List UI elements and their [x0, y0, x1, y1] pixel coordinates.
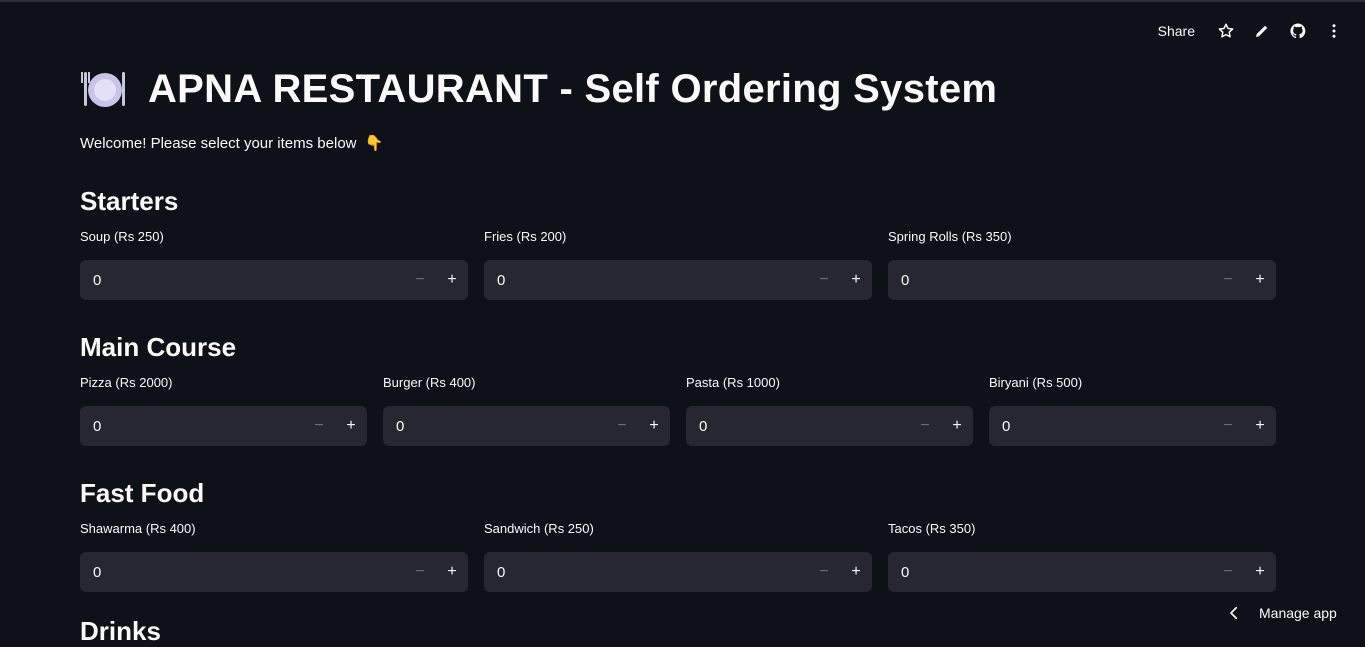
quantity-stepper: 0 − +	[888, 260, 1276, 300]
decrement-button[interactable]: −	[909, 406, 941, 446]
quantity-input[interactable]: 0	[80, 564, 404, 581]
quantity-stepper: 0 − +	[989, 406, 1276, 446]
decrement-button[interactable]: −	[1212, 406, 1244, 446]
section-main-course: Main Course Pizza (Rs 2000) 0 − + Burger…	[80, 330, 1276, 446]
item-label: Soup (Rs 250)	[80, 229, 164, 244]
chevron-left-icon	[1223, 602, 1245, 624]
quantity-stepper: 0 − +	[80, 260, 468, 300]
quantity-input[interactable]: 0	[383, 418, 606, 435]
quantity-stepper: 0 − +	[80, 406, 367, 446]
item-label: Burger (Rs 400)	[383, 375, 476, 390]
item-label: Pizza (Rs 2000)	[80, 375, 173, 390]
decrement-button[interactable]: −	[1212, 260, 1244, 300]
quantity-input[interactable]: 0	[888, 564, 1212, 581]
decrement-button[interactable]: −	[808, 552, 840, 592]
increment-button[interactable]: +	[1244, 260, 1276, 300]
main-content: APNA RESTAURANT - Self Ordering System W…	[80, 64, 1276, 592]
pointing-down-icon: 👇	[364, 135, 384, 152]
more-vertical-icon[interactable]	[1323, 20, 1345, 42]
top-toolbar: Share	[1158, 20, 1345, 42]
section-title: Starters	[80, 186, 179, 216]
plate-icon	[80, 66, 126, 112]
decrement-button[interactable]: −	[404, 260, 436, 300]
item-label: Spring Rolls (Rs 350)	[888, 229, 1012, 244]
item-burger: Burger (Rs 400) 0 − +	[383, 374, 670, 446]
item-spring-rolls: Spring Rolls (Rs 350) 0 − +	[888, 228, 1276, 300]
section-title: Fast Food	[80, 478, 205, 508]
section-title-drinks: Drinks	[80, 616, 161, 646]
item-label: Fries (Rs 200)	[484, 229, 567, 244]
increment-button[interactable]: +	[1244, 552, 1276, 592]
share-button[interactable]: Share	[1158, 23, 1195, 39]
quantity-stepper: 0 − +	[686, 406, 973, 446]
item-tacos: Tacos (Rs 350) 0 − +	[888, 520, 1276, 592]
decrement-button[interactable]: −	[808, 260, 840, 300]
welcome-message: Welcome! Please select your items below	[80, 135, 357, 152]
increment-button[interactable]: +	[638, 406, 670, 446]
main-course-row: Pizza (Rs 2000) 0 − + Burger (Rs 400) 0 …	[80, 374, 1276, 446]
section-title: Main Course	[80, 332, 237, 362]
increment-button[interactable]: +	[840, 552, 872, 592]
increment-button[interactable]: +	[840, 260, 872, 300]
increment-button[interactable]: +	[335, 406, 367, 446]
quantity-stepper: 0 − +	[484, 552, 872, 592]
quantity-input[interactable]: 0	[484, 564, 808, 581]
decrement-button[interactable]: −	[404, 552, 436, 592]
quantity-stepper: 0 − +	[80, 552, 468, 592]
quantity-stepper: 0 − +	[383, 406, 670, 446]
quantity-input[interactable]: 0	[80, 418, 303, 435]
increment-button[interactable]: +	[436, 260, 468, 300]
starters-row: Soup (Rs 250) 0 − + Fries (Rs 200) 0 − +…	[80, 228, 1276, 300]
item-label: Tacos (Rs 350)	[888, 521, 976, 536]
manage-app-label: Manage app	[1259, 605, 1337, 621]
item-label: Biryani (Rs 500)	[989, 375, 1083, 390]
increment-button[interactable]: +	[1244, 406, 1276, 446]
star-icon[interactable]	[1215, 20, 1237, 42]
quantity-input[interactable]: 0	[484, 272, 808, 289]
item-label: Shawarma (Rs 400)	[80, 521, 196, 536]
section-starters: Starters Soup (Rs 250) 0 − + Fries (Rs 2…	[80, 184, 1276, 300]
item-soup: Soup (Rs 250) 0 − +	[80, 228, 468, 300]
pencil-icon[interactable]	[1251, 20, 1273, 42]
fast-food-row: Shawarma (Rs 400) 0 − + Sandwich (Rs 250…	[80, 520, 1276, 592]
item-fries: Fries (Rs 200) 0 − +	[484, 228, 872, 300]
section-fast-food: Fast Food Shawarma (Rs 400) 0 − + Sandwi…	[80, 476, 1276, 592]
quantity-input[interactable]: 0	[989, 418, 1212, 435]
item-label: Pasta (Rs 1000)	[686, 375, 780, 390]
quantity-stepper: 0 − +	[888, 552, 1276, 592]
quantity-input[interactable]: 0	[686, 418, 909, 435]
increment-button[interactable]: +	[941, 406, 973, 446]
welcome-text: Welcome! Please select your items below …	[80, 134, 383, 152]
decrement-button[interactable]: −	[303, 406, 335, 446]
quantity-input[interactable]: 0	[888, 272, 1212, 289]
page-title-text: APNA RESTAURANT - Self Ordering System	[148, 66, 998, 111]
item-sandwich: Sandwich (Rs 250) 0 − +	[484, 520, 872, 592]
page-title: APNA RESTAURANT - Self Ordering System	[80, 64, 1276, 114]
decrement-button[interactable]: −	[606, 406, 638, 446]
item-pasta: Pasta (Rs 1000) 0 − +	[686, 374, 973, 446]
quantity-input[interactable]: 0	[80, 272, 404, 289]
item-shawarma: Shawarma (Rs 400) 0 − +	[80, 520, 468, 592]
item-label: Sandwich (Rs 250)	[484, 521, 594, 536]
item-biryani: Biryani (Rs 500) 0 − +	[989, 374, 1276, 446]
increment-button[interactable]: +	[436, 552, 468, 592]
top-border	[0, 0, 1365, 2]
github-icon[interactable]	[1287, 20, 1309, 42]
item-pizza: Pizza (Rs 2000) 0 − +	[80, 374, 367, 446]
decrement-button[interactable]: −	[1212, 552, 1244, 592]
manage-app-button[interactable]: Manage app	[1211, 592, 1365, 634]
quantity-stepper: 0 − +	[484, 260, 872, 300]
